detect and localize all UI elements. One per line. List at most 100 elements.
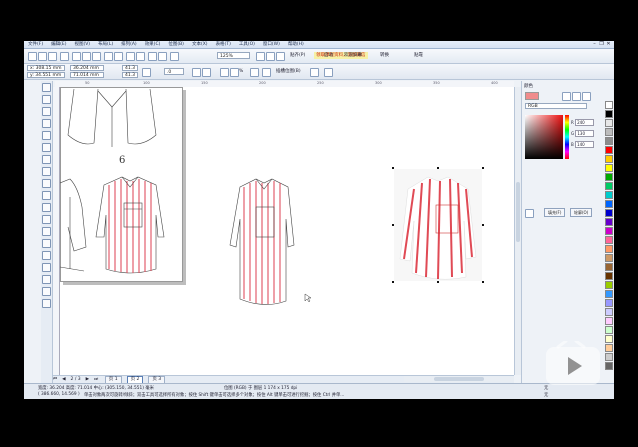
trace-bitmap-icon[interactable] [230,68,239,77]
welcome-screen-button[interactable]: 欢迎屏幕 [344,53,362,59]
play-icon[interactable] [544,341,604,389]
selection-handle[interactable] [392,281,394,283]
palette-swatch[interactable] [605,128,613,136]
green-value-field[interactable]: 130 [575,130,595,137]
palette-swatch[interactable] [605,254,613,262]
rectangle-tool-icon[interactable] [42,155,51,164]
prev-page-icon[interactable]: ◀ [62,377,65,382]
striped-shirt-sketch-copy[interactable] [229,178,295,305]
palette-swatch[interactable] [605,344,613,352]
selection-handle[interactable] [392,167,394,169]
eyedropper-icon[interactable] [42,263,51,272]
shape-tool-icon[interactable] [42,95,51,104]
interactive-fill-icon[interactable] [42,299,51,308]
palette-swatch[interactable] [605,164,613,172]
palette-swatch[interactable] [605,317,613,325]
color-viewer-icon[interactable] [572,92,581,101]
y-position-field[interactable]: y: 34.551 mm [27,72,65,78]
cut-icon[interactable] [72,52,81,61]
paste-icon[interactable] [92,52,101,61]
launch-label[interactable]: 启动 [324,53,333,59]
fill-button[interactable]: 填充(F) [544,208,566,217]
rotation-angle-field[interactable]: .0 [164,68,184,75]
undo-icon[interactable] [104,52,113,61]
minimize-icon[interactable]: – [591,41,598,47]
redo-icon[interactable] [114,52,123,61]
full-screen-icon[interactable] [256,52,265,61]
copy-icon[interactable] [82,52,91,61]
freehand-tool-icon[interactable] [42,131,51,140]
selection-handle[interactable] [482,281,484,283]
wrap-text-icon[interactable] [250,68,259,77]
close-icon[interactable]: ✕ [605,41,612,47]
scale-height-field[interactable]: 41.3 [122,72,138,78]
basic-shapes-icon[interactable] [42,191,51,200]
palette-swatch[interactable] [605,335,613,343]
show-rulers-icon[interactable] [266,52,275,61]
menu-edit[interactable]: 编辑(E) [47,41,70,48]
dimension-tool-icon[interactable] [42,227,51,236]
fill-icon[interactable] [324,68,333,77]
palette-swatch[interactable] [605,263,613,271]
scroll-thumb[interactable] [516,182,520,242]
vertical-ruler[interactable] [53,87,60,375]
fill-tool-icon[interactable] [42,287,51,296]
eyedropper-icon[interactable] [562,92,571,101]
menu-view[interactable]: 视图(V) [70,41,94,48]
selection-handle[interactable] [482,224,484,226]
scale-width-field[interactable]: 41.3 [122,65,138,71]
palette-swatch[interactable] [605,272,613,280]
blend-tool-icon[interactable] [42,251,51,260]
palette-swatch[interactable] [605,218,613,226]
open-icon[interactable] [38,52,47,61]
restore-icon[interactable]: ❐ [598,41,605,47]
palette-swatch[interactable] [605,155,613,163]
palette-swatch[interactable] [605,362,613,370]
palette-swatch[interactable] [605,182,613,190]
palette-swatch[interactable] [605,119,613,127]
selection-handle[interactable] [482,167,484,169]
menu-arrange[interactable]: 排列(A) [117,41,141,48]
height-field[interactable]: 71.014 mm [70,72,104,78]
palette-swatch[interactable] [605,245,613,253]
palette-swatch[interactable] [605,209,613,217]
auto-apply-icon[interactable] [525,209,534,218]
lock-ratio-icon[interactable] [142,68,151,77]
mirror-vertical-icon[interactable] [202,68,211,77]
export-icon[interactable] [136,52,145,61]
scroll-thumb[interactable] [434,377,484,381]
outline-icon[interactable] [310,68,319,77]
save-icon[interactable] [48,52,57,61]
ellipse-tool-icon[interactable] [42,167,51,176]
color-model-select[interactable]: RGB [525,103,587,109]
hue-slider[interactable] [565,115,569,159]
import-icon[interactable] [126,52,135,61]
width-field[interactable]: 36.204 mm [70,65,104,71]
crop-tool-icon[interactable] [42,107,51,116]
selection-handle[interactable] [437,281,439,283]
dock-button[interactable]: 贴靠 [414,53,423,59]
palette-swatch[interactable] [605,290,613,298]
palette-swatch[interactable] [605,173,613,181]
to-front-icon[interactable] [262,68,271,77]
x-position-field[interactable]: x: 308.15 mm [27,65,65,71]
menu-text[interactable]: 文本(X) [188,41,212,48]
palette-swatch[interactable] [605,326,613,334]
menu-window[interactable]: 窗口(W) [259,41,284,48]
menu-tools[interactable]: 工具(O) [235,41,259,48]
palette-swatch[interactable] [605,137,613,145]
palette-swatch[interactable] [605,110,613,118]
print-icon[interactable] [60,52,69,61]
palette-swatch[interactable] [605,191,613,199]
zoom-level-select[interactable]: 125% [217,52,250,59]
color-picker-area[interactable] [525,115,563,159]
show-grid-icon[interactable] [276,52,285,61]
palette-swatch[interactable] [605,101,613,109]
menu-file[interactable]: 文件(F) [24,41,47,48]
smart-fill-icon[interactable] [42,143,51,152]
selection-handle[interactable] [437,167,439,169]
striped-shirt-sketch[interactable] [95,176,165,274]
vertical-scrollbar[interactable] [514,87,521,375]
palette-swatch[interactable] [605,227,613,235]
shirt-back-sketch[interactable] [67,88,157,147]
